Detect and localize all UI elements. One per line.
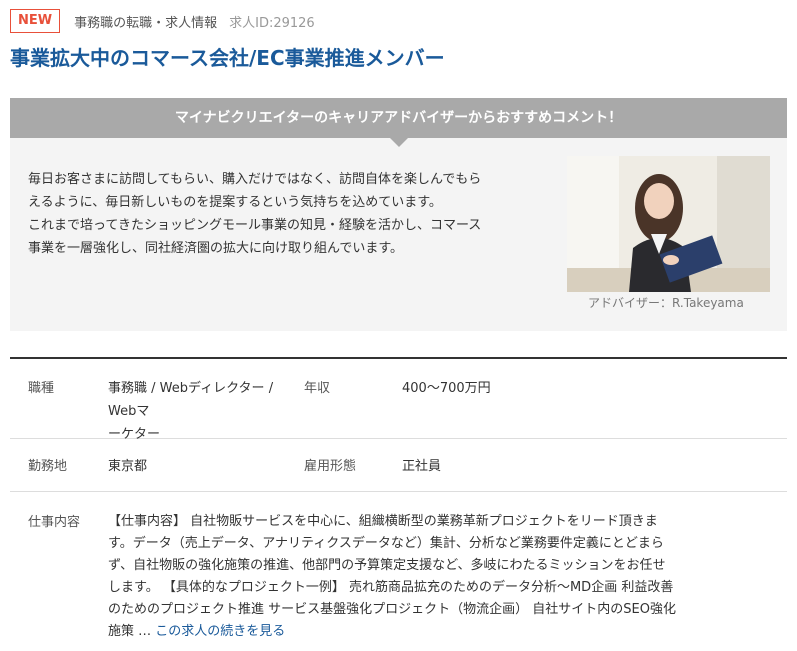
job-type-line: 事務職 / Webディレクター / Webマ	[108, 381, 274, 419]
details-row-job-type: 職種 事務職 / Webディレクター / Webマ ーケター 年収 400〜70…	[10, 359, 787, 442]
job-id: 求人ID:29126	[229, 15, 315, 31]
advisor-caption: アドバイザー：R.Takeyama	[588, 296, 744, 310]
advisor-comment-line: これまで培ってきたショッピングモール事業の知見・経験を活かし、コマース	[28, 218, 482, 233]
details-row-work: 仕事内容 【仕事内容】 自社物販サービスを中心に、組織横断型の業務革新プロジェク…	[10, 492, 787, 643]
banner-arrow-icon	[389, 138, 408, 147]
advisor-photo	[567, 156, 770, 292]
advisor-comment-box: マイナビクリエイターのキャリアアドバイザーからおすすめコメント！ 毎日お客さまに…	[10, 98, 787, 331]
salary-label: 年収	[304, 381, 331, 396]
work-line: します。 【具体的なプロジェクト一例】 売れ筋商品拡充のためのデータ分析〜MD企…	[108, 580, 674, 595]
work-line: す。データ（売上データ、アナリティクスデータなど）集計、分析など業務要件定義にと…	[108, 536, 664, 551]
advisor-photo-illustration	[567, 156, 770, 292]
job-type-value: 事務職 / Webディレクター / Webマ ーケター	[108, 377, 304, 442]
job-title[interactable]: 事業拡大中のコマース会社/EC事業推進メンバー	[10, 42, 445, 71]
advisor-comment-line: えるように、毎日新しいものを提案するという気持ちを込めています。	[28, 195, 442, 210]
work-line: のためのプロジェクト推進 サービス基盤強化プロジェクト（物流企画） 自社サイト内…	[108, 602, 676, 617]
job-details-table: 職種 事務職 / Webディレクター / Webマ ーケター 年収 400〜70…	[10, 357, 787, 643]
work-line-last: 施策 … この求人の続きを見る	[108, 621, 763, 643]
job-type-label: 職種	[28, 381, 55, 396]
employment-value: 正社員	[402, 459, 442, 474]
details-row-location: 勤務地 東京都 雇用形態 正社員	[10, 439, 787, 492]
read-more-link[interactable]: この求人の続きを見る	[155, 624, 285, 639]
advisor-banner: マイナビクリエイターのキャリアアドバイザーからおすすめコメント！	[10, 98, 787, 147]
work-line: 【仕事内容】 自社物販サービスを中心に、組織横断型の業務革新プロジェクトをリード…	[108, 514, 658, 529]
work-line-tail: 施策 …	[108, 624, 156, 639]
location-label: 勤務地	[28, 459, 68, 474]
employment-label: 雇用形態	[304, 459, 357, 474]
work-label: 仕事内容	[28, 515, 81, 530]
work-line: ず、自社物販の強化施策の推進、他部門の予算策定支援など、多岐にわたるミッションを…	[108, 558, 666, 573]
job-type-line: ーケター	[108, 427, 161, 442]
advisor-comment: 毎日お客さまに訪問してもらい、購入だけではなく、訪問自体を楽しんでもら えるよう…	[28, 168, 548, 260]
job-category[interactable]: 事務職の転職・求人情報	[74, 12, 217, 31]
location-value: 東京都	[108, 459, 148, 474]
advisor-comment-line: 事業を一層強化し、同社経済圏の拡大に向け取り組んでいます。	[28, 241, 404, 256]
job-header: NEW 事務職の転職・求人情報 求人ID:29126	[10, 9, 315, 33]
advisor-banner-text: マイナビクリエイターのキャリアアドバイザーからおすすめコメント！	[174, 110, 623, 126]
advisor-comment-line: 毎日お客さまに訪問してもらい、購入だけではなく、訪問自体を楽しんでもら	[28, 172, 482, 187]
salary-value: 400〜700万円	[402, 381, 491, 396]
new-badge: NEW	[10, 9, 61, 33]
work-description: 【仕事内容】 自社物販サービスを中心に、組織横断型の業務革新プロジェクトをリード…	[108, 511, 763, 643]
